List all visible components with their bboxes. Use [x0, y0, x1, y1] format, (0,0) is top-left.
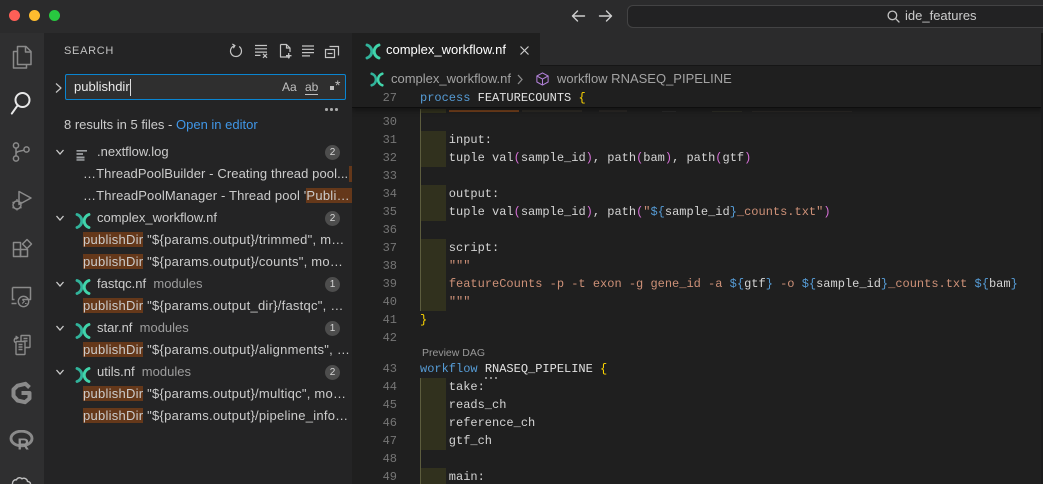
svg-text:R: R	[18, 437, 30, 453]
